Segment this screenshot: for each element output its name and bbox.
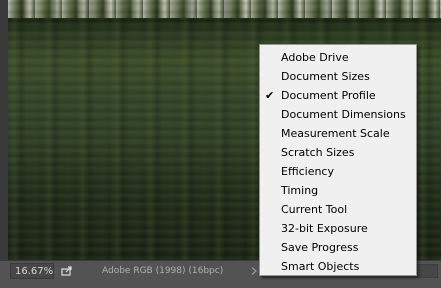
checkmark-icon — [265, 143, 277, 162]
menu-item-label: Scratch Sizes — [281, 146, 355, 159]
menu-item-document-profile[interactable]: ✔ Document Profile — [260, 86, 416, 105]
menu-item-label: Document Dimensions — [281, 108, 406, 121]
checkmark-icon — [265, 219, 277, 238]
menu-item-label: Smart Objects — [281, 260, 360, 273]
menu-item-save-progress[interactable]: Save Progress — [260, 238, 416, 257]
menu-item-timing[interactable]: Timing — [260, 181, 416, 200]
menu-item-document-dimensions[interactable]: Document Dimensions — [260, 105, 416, 124]
menu-item-efficiency[interactable]: Efficiency — [260, 162, 416, 181]
document-info-text: Adobe RGB (1998) (16bpc) — [102, 266, 224, 276]
menu-item-label: Measurement Scale — [281, 127, 390, 140]
status-info-menu: Adobe Drive Document Sizes ✔ Document Pr… — [259, 44, 417, 276]
checkmark-icon — [265, 162, 277, 181]
photoshop-window: 16.67% Adobe RGB (1998) (16bpc) Adobe Dr… — [0, 0, 441, 288]
checkmark-icon — [265, 181, 277, 200]
checkmark-icon — [265, 124, 277, 143]
checkmark-icon — [265, 48, 277, 67]
menu-item-label: Document Sizes — [281, 70, 370, 83]
checkmark-icon — [265, 67, 277, 86]
menu-item-label: Adobe Drive — [281, 51, 349, 64]
menu-item-label: Save Progress — [281, 241, 359, 254]
checkmark-icon — [265, 238, 277, 257]
menu-item-adobe-drive[interactable]: Adobe Drive — [260, 48, 416, 67]
menu-item-label: Timing — [281, 184, 319, 197]
checkmark-icon: ✔ — [265, 89, 275, 102]
menu-item-smart-objects[interactable]: Smart Objects — [260, 257, 416, 276]
zoom-level-field[interactable]: 16.67% — [10, 263, 54, 279]
checkmark-icon — [265, 200, 277, 219]
menu-item-document-sizes[interactable]: Document Sizes — [260, 67, 416, 86]
menu-item-measurement-scale[interactable]: Measurement Scale — [260, 124, 416, 143]
checkmark-icon — [265, 105, 277, 124]
checkmark-icon — [265, 257, 277, 276]
menu-item-label: Efficiency — [281, 165, 334, 178]
menu-item-label: 32-bit Exposure — [281, 222, 368, 235]
menu-item-label: Document Profile — [281, 89, 376, 102]
menu-item-scratch-sizes[interactable]: Scratch Sizes — [260, 143, 416, 162]
menu-item-32-bit-exposure[interactable]: 32-bit Exposure — [260, 219, 416, 238]
menu-item-current-tool[interactable]: Current Tool — [260, 200, 416, 219]
menu-item-label: Current Tool — [281, 203, 348, 216]
share-export-icon[interactable] — [58, 263, 76, 279]
